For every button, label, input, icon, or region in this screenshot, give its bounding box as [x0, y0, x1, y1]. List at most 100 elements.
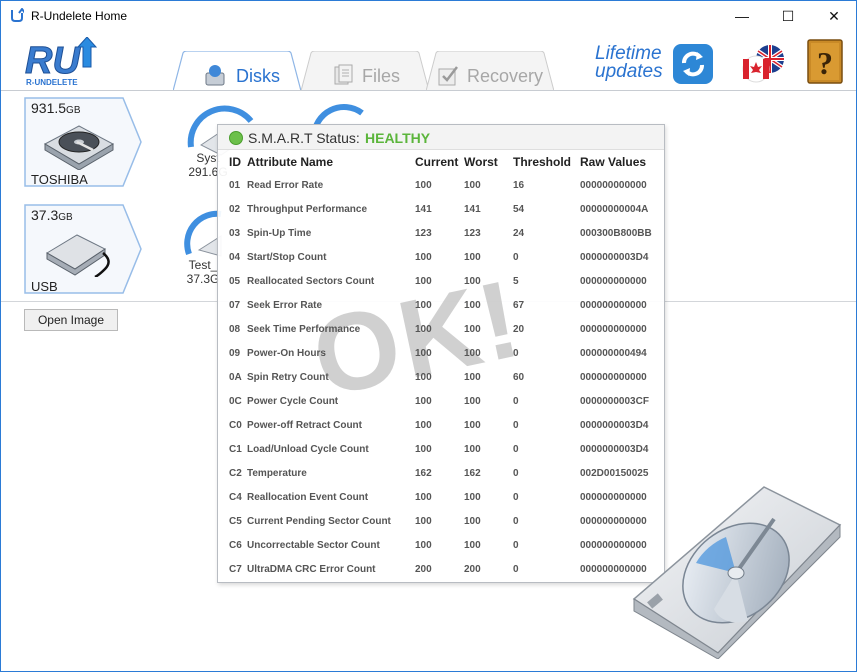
- smart-attribute-row: 02 Throughput Performance 141 141 54 00000000…: [218, 204, 664, 228]
- tab-disks-label: Disks: [236, 66, 280, 86]
- maximize-button[interactable]: ☐: [765, 1, 811, 31]
- smart-cell-name: Power Cycle Count: [247, 396, 339, 407]
- smart-header: S.M.A.R.T Status: HEALTHY: [218, 125, 664, 150]
- smart-status-popup: S.M.A.R.T Status: HEALTHY OK! ID Attribu…: [217, 124, 665, 583]
- smart-attribute-row: 07 Seek Error Rate 100 100 67 000000000000: [218, 300, 664, 324]
- tab-recovery[interactable]: Recovery: [426, 51, 554, 91]
- healthy-status-icon: [229, 131, 243, 145]
- smart-cell-name: Current Pending Sector Count: [247, 516, 391, 527]
- smart-cell-current: 100: [415, 324, 432, 335]
- smart-cell-current: 141: [415, 204, 432, 215]
- lifetime-updates-link[interactable]: Lifetime updates: [595, 44, 663, 81]
- smart-cell-worst: 123: [464, 228, 481, 239]
- smart-cell-id: C7: [229, 564, 242, 575]
- smart-cell-worst: 100: [464, 180, 481, 191]
- smart-cell-threshold: 0: [513, 396, 519, 407]
- smart-cell-current: 100: [415, 396, 432, 407]
- app-icon: [11, 8, 24, 22]
- smart-cell-id: C4: [229, 492, 242, 503]
- language-flags-icon[interactable]: [740, 41, 786, 85]
- open-image-button[interactable]: Open Image: [24, 309, 118, 331]
- smart-cell-raw: 000000000000: [580, 276, 647, 287]
- tab-files-label: Files: [362, 66, 401, 86]
- smart-cell-threshold: 24: [513, 228, 525, 239]
- smart-cell-threshold: 0: [513, 348, 519, 359]
- smart-cell-id: 0A: [229, 372, 242, 383]
- smart-cell-name: Temperature: [247, 468, 307, 479]
- smart-cell-id: C6: [229, 540, 242, 551]
- smart-attribute-row: C0 Power-off Retract Count 100 100 0 00000000…: [218, 420, 664, 444]
- smart-attribute-row: C6 Uncorrectable Sector Count 100 100 0 00000…: [218, 540, 664, 564]
- smart-cell-worst: 100: [464, 324, 481, 335]
- smart-cell-id: 0C: [229, 396, 242, 407]
- smart-cell-threshold: 16: [513, 180, 525, 191]
- smart-cell-id: 01: [229, 180, 241, 191]
- smart-cell-name: Read Error Rate: [247, 180, 324, 191]
- smart-cell-raw: 0000000003CF: [580, 396, 649, 407]
- smart-cell-raw: 000300B800BB: [580, 228, 652, 239]
- smart-attribute-row: 04 Start/Stop Count 100 100 0 0000000003D4: [218, 252, 664, 276]
- smart-cell-id: C5: [229, 516, 242, 527]
- r-undelete-logo: RU R-UNDELETE: [25, 37, 98, 87]
- smart-cell-current: 100: [415, 540, 432, 551]
- smart-cell-id: 05: [229, 276, 241, 287]
- smart-cell-threshold: 0: [513, 252, 519, 263]
- tab-files[interactable]: Files: [301, 51, 429, 91]
- smart-cell-worst: 162: [464, 468, 481, 479]
- app-window: R-Undelete Home — ☐ ✕ RU R-UNDELETE Disk…: [0, 0, 857, 672]
- smart-cell-worst: 100: [464, 252, 481, 263]
- smart-cell-name: Seek Error Rate: [247, 300, 323, 311]
- smart-cell-worst: 100: [464, 540, 481, 551]
- smart-cell-id: 07: [229, 300, 241, 311]
- smart-cell-raw: 0000000003D4: [580, 444, 649, 455]
- col-raw: Raw Values: [580, 155, 647, 169]
- smart-cell-current: 100: [415, 348, 432, 359]
- smart-cell-worst: 141: [464, 204, 481, 215]
- drive-illustration: [632, 486, 842, 659]
- disk-card-usb[interactable]: 37.3GB USB: [23, 203, 143, 295]
- window-title: R-Undelete Home: [31, 9, 128, 23]
- smart-cell-current: 162: [415, 468, 432, 479]
- smart-attribute-row: C5 Current Pending Sector Count 100 100 0 000…: [218, 516, 664, 540]
- smart-attribute-row: 09 Power-On Hours 100 100 0 000000000494: [218, 348, 664, 372]
- svg-text:RU: RU: [25, 40, 81, 82]
- title-bar: R-Undelete Home — ☐ ✕: [1, 1, 856, 31]
- smart-cell-raw: 00000000004A: [580, 204, 649, 215]
- smart-cell-threshold: 0: [513, 420, 519, 431]
- disk-size: 931.5GB: [31, 100, 81, 116]
- tab-disks[interactable]: Disks: [173, 51, 301, 91]
- smart-cell-name: Seek Time Performance: [247, 324, 361, 335]
- smart-cell-name: UltraDMA CRC Error Count: [247, 564, 376, 575]
- smart-status-label: S.M.A.R.T Status:: [248, 130, 360, 146]
- files-tab-icon: [334, 64, 353, 85]
- smart-cell-id: C1: [229, 444, 242, 455]
- minimize-button[interactable]: —: [719, 1, 765, 31]
- smart-cell-threshold: 67: [513, 300, 525, 311]
- smart-cell-worst: 200: [464, 564, 481, 575]
- smart-cell-threshold: 5: [513, 276, 519, 287]
- smart-cell-id: 09: [229, 348, 241, 359]
- smart-cell-name: Load/Unload Cycle Count: [247, 444, 369, 455]
- smart-cell-current: 100: [415, 300, 432, 311]
- smart-attribute-row: C7 UltraDMA CRC Error Count 200 200 0 0000000…: [218, 564, 664, 582]
- disk-name: USB: [31, 279, 58, 294]
- smart-cell-id: 03: [229, 228, 241, 239]
- refresh-icon[interactable]: [672, 43, 714, 85]
- smart-cell-current: 200: [415, 564, 432, 575]
- smart-cell-worst: 100: [464, 420, 481, 431]
- smart-cell-worst: 100: [464, 276, 481, 287]
- smart-cell-id: 02: [229, 204, 241, 215]
- usb-drive-icon: [46, 234, 110, 277]
- smart-cell-name: Start/Stop Count: [247, 252, 327, 263]
- smart-cell-raw: 000000000000: [580, 324, 647, 335]
- tab-recovery-label: Recovery: [467, 66, 544, 86]
- smart-cell-worst: 100: [464, 444, 481, 455]
- smart-cell-threshold: 0: [513, 516, 519, 527]
- help-icon[interactable]: ?: [807, 39, 845, 85]
- smart-cell-raw: 0000000003D4: [580, 420, 649, 431]
- smart-cell-worst: 100: [464, 516, 481, 527]
- close-button[interactable]: ✕: [811, 1, 856, 31]
- disk-card-toshiba[interactable]: 931.5GB TOSHIBA: [23, 96, 143, 188]
- smart-cell-current: 100: [415, 276, 432, 287]
- smart-cell-raw: 000000000494: [580, 348, 647, 359]
